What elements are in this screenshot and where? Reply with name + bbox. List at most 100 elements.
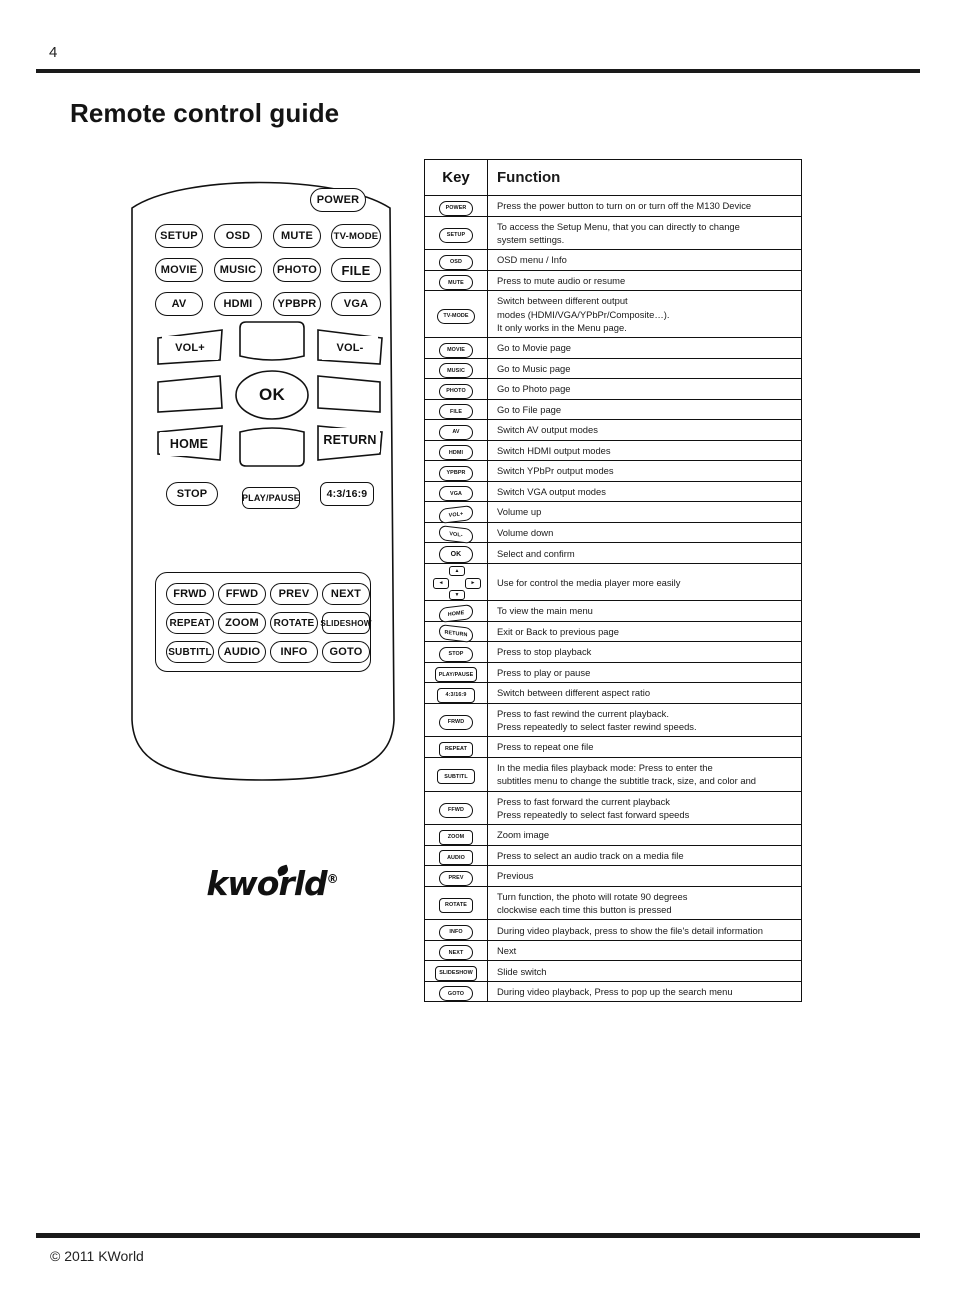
table-cell-function: Previous xyxy=(487,865,802,887)
remote-button-zoom[interactable]: ZOOM xyxy=(218,612,266,634)
kworld-brand-logo: kworld® xyxy=(206,864,339,903)
key-glyph-file: FILE xyxy=(439,404,473,420)
table-row: VOL- Volume down xyxy=(424,521,802,545)
table-cell-function: Next xyxy=(487,939,802,962)
table-row: FILE Go to File page xyxy=(424,398,802,421)
remote-button-goto[interactable]: GOTO xyxy=(322,641,370,663)
table-row: OSD OSD menu / Info xyxy=(424,249,802,271)
remote-button-rotate[interactable]: ROTATE xyxy=(270,612,318,634)
table-cell-function: Press to fast rewind the current playbac… xyxy=(487,702,802,738)
key-glyph-mute: MUTE xyxy=(439,275,473,291)
column-header-function: Function xyxy=(487,159,802,196)
remote-button-repeat[interactable]: REPEAT xyxy=(166,612,214,634)
key-glyph-slideshow: SLIDESHOW xyxy=(435,965,477,981)
remote-button-subtitl[interactable]: SUBTITL xyxy=(166,641,214,663)
key-glyph-osd: OSD xyxy=(439,254,473,270)
table-cell-function: Press to repeat one file xyxy=(487,736,802,758)
key-glyph-goto: GOTO xyxy=(439,986,473,1002)
table-cell-key: PREV xyxy=(424,865,488,887)
table-cell-key: YPBPR xyxy=(424,460,488,482)
page-title: Remote control guide xyxy=(70,98,340,128)
remote-button-return[interactable]: RETURN xyxy=(320,428,380,452)
key-glyph-vol: VOL- xyxy=(439,525,473,545)
remote-button-stop[interactable]: STOP xyxy=(166,482,218,506)
key-glyph-next: NEXT xyxy=(439,945,473,961)
remote-button-home[interactable]: HOME xyxy=(160,432,218,456)
table-row: TV-MODE Switch between different output m… xyxy=(424,290,802,339)
table-row: MUSIC Go to Music page xyxy=(424,357,802,380)
table-cell-function: Switch between different output modes (H… xyxy=(487,290,802,339)
table-cell-function: Switch VGA output modes xyxy=(487,480,802,503)
table-row: OK Select and confirm xyxy=(424,542,802,565)
key-glyph-vol: VOL+ xyxy=(439,504,473,524)
remote-button-left xyxy=(166,383,214,407)
table-cell-key: AV xyxy=(424,419,488,441)
table-row: PREV Previous xyxy=(424,865,802,887)
table-cell-key: TV-MODE xyxy=(424,290,488,339)
table-cell-function: Exit or Back to previous page xyxy=(487,620,802,643)
table-row: POWER Press the power button to turn on o… xyxy=(424,195,802,217)
table-row: FFWD Press to fast forward the current pl… xyxy=(424,790,802,826)
table-row: HDMI Switch HDMI output modes xyxy=(424,439,802,462)
remote-button-info[interactable]: INFO xyxy=(270,641,318,663)
table-row: STOP Press to stop playback xyxy=(424,641,802,663)
table-header-row: Key Function xyxy=(424,159,802,196)
key-glyph-hdmi: HDMI xyxy=(439,445,473,461)
table-cell-key: OK xyxy=(424,542,488,565)
table-cell-function: Go to Movie page xyxy=(487,337,802,359)
remote-control-illustration: POWER SETUP OSD MUTE TV-MODE MOVIE MUSIC… xyxy=(122,160,422,903)
key-glyph-zoom: ZOOM xyxy=(439,829,473,845)
table-cell-key: FFWD xyxy=(424,790,488,826)
table-cell-key: REPEAT xyxy=(424,736,488,758)
table-row: SLIDESHOW Slide switch xyxy=(424,960,802,982)
table-cell-key: 4:3/16:9 xyxy=(424,682,488,704)
registered-trademark-icon: ® xyxy=(326,872,339,886)
table-cell-key: HOME xyxy=(424,600,488,623)
page-number: 4 xyxy=(49,44,58,61)
table-cell-key: NEXT xyxy=(424,939,488,962)
table-row: RETURN Exit or Back to previous page xyxy=(424,620,802,644)
table-cell-key: PLAY/PAUSE xyxy=(424,661,488,684)
kworld-wordmark: kworld xyxy=(206,864,327,903)
dpad-up-icon: ▲ xyxy=(449,566,465,577)
table-cell-key: POWER xyxy=(424,195,488,217)
table-row: PHOTO Go to Photo page xyxy=(424,378,802,400)
remote-button-audio[interactable]: AUDIO xyxy=(218,641,266,663)
remote-button-play-pause[interactable]: PLAY/PAUSE xyxy=(242,487,300,509)
table-cell-function: Switch HDMI output modes xyxy=(487,439,802,462)
key-glyph-ok: OK xyxy=(439,546,473,564)
key-glyph-home: HOME xyxy=(439,603,473,623)
table-row: MUTE Press to mute audio or resume xyxy=(424,269,802,292)
remote-button-frwd[interactable]: FRWD xyxy=(166,583,214,605)
table-cell-key: RETURN xyxy=(424,620,488,644)
table-row: HOME To view the main menu xyxy=(424,600,802,623)
table-cell-function: Volume up xyxy=(487,501,802,523)
manual-page: 4 Remote control guide POWER SETUP OSD M… xyxy=(0,0,954,1307)
remote-button-next[interactable]: NEXT xyxy=(322,583,370,605)
key-function-table: Key Function POWER Press the power button… xyxy=(424,159,802,1003)
table-cell-key: ZOOM xyxy=(424,824,488,846)
remote-button-prev[interactable]: PREV xyxy=(270,583,318,605)
table-cell-function: Volume down xyxy=(487,521,802,544)
table-cell-function: Press the power button to turn on or tur… xyxy=(487,195,802,217)
table-cell-function: Switch YPbPr output modes xyxy=(487,460,802,482)
remote-button-ffwd[interactable]: FFWD xyxy=(218,583,266,605)
table-cell-function: During video playback, Press to pop up t… xyxy=(487,980,802,1003)
remote-button-volume-down[interactable]: VOL- xyxy=(322,336,378,360)
remote-button-aspect-ratio[interactable]: 4:3/16:9 xyxy=(320,482,374,506)
table-row: AV Switch AV output modes xyxy=(424,419,802,441)
table-row: 4:3/16:9 Switch between different aspect … xyxy=(424,682,802,704)
table-cell-function: Switch between different aspect ratio xyxy=(487,682,802,704)
key-glyph-av: AV xyxy=(439,424,473,440)
remote-button-ok[interactable]: OK xyxy=(244,383,300,407)
key-glyph-frwd: FRWD xyxy=(439,714,473,730)
remote-button-right xyxy=(328,383,376,407)
table-cell-key: SLIDESHOW xyxy=(424,960,488,982)
key-glyph-tv-mode: TV-MODE xyxy=(437,308,475,324)
key-glyph-4-3-16-9: 4:3/16:9 xyxy=(437,687,475,703)
table-cell-function: Go to File page xyxy=(487,398,802,421)
remote-button-slideshow[interactable]: SLIDESHOW xyxy=(320,612,372,634)
remote-button-volume-up[interactable]: VOL+ xyxy=(162,336,218,360)
table-cell-function: During video playback, press to show the… xyxy=(487,919,802,941)
table-cell-key: ▲ ▼ ◄ ► xyxy=(424,563,488,602)
